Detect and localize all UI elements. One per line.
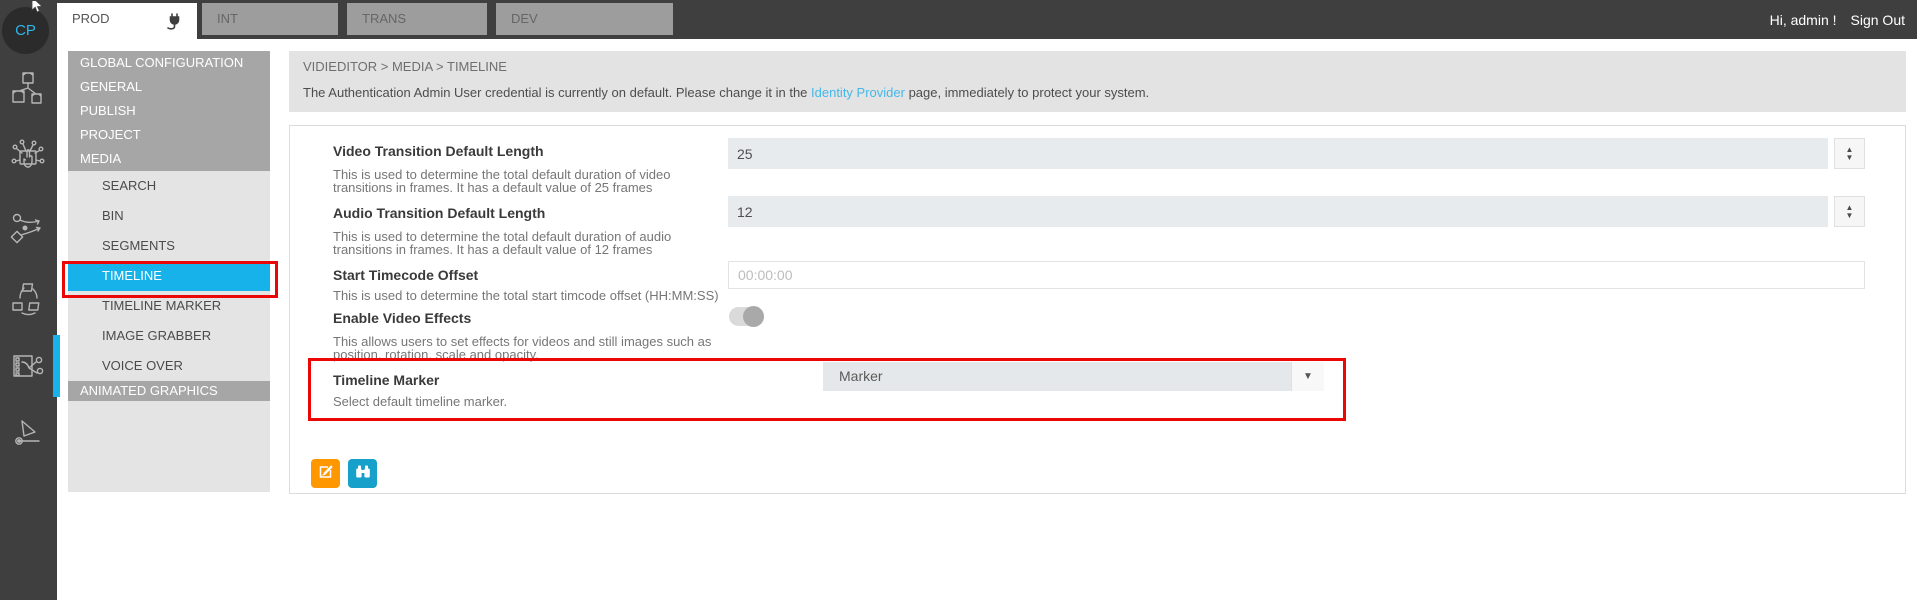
audio-transition-length-label: Audio Transition Default Length	[333, 205, 545, 221]
binoculars-icon	[355, 464, 371, 484]
warning-pre: The Authentication Admin User credential…	[303, 85, 811, 100]
tab-trans-label: TRANS	[362, 11, 406, 26]
sidebar-item-voice-over[interactable]: VOICE OVER	[68, 351, 270, 381]
sidebar-header-media[interactable]: MEDIA	[68, 147, 270, 171]
sidebar-header-project[interactable]: PROJECT	[68, 123, 270, 147]
info-panel: VIDIEDITOR > MEDIA > TIMELINE The Authen…	[289, 51, 1906, 112]
audio-transition-length-spinner: ▲ ▼	[1834, 196, 1865, 227]
video-transition-length-label: Video Transition Default Length	[333, 143, 544, 159]
workflow-icon[interactable]	[10, 211, 46, 249]
plug-connection-icon	[166, 11, 184, 42]
tab-dev-label: DEV	[511, 11, 538, 26]
playout-icon[interactable]	[10, 415, 46, 453]
app-root: PROD INT TRANS DEV Hi, admin ! Sign Out …	[0, 0, 1917, 600]
warning-post: page, immediately to protect your system…	[905, 85, 1149, 100]
enable-video-effects-label: Enable Video Effects	[333, 310, 471, 326]
audio-transition-length-input[interactable]	[728, 196, 1828, 227]
edit-pencil-icon	[318, 464, 333, 484]
tab-trans-environment[interactable]: TRANS	[347, 3, 487, 35]
user-area: Hi, admin ! Sign Out	[1770, 0, 1905, 39]
video-transition-length-description: This is used to determine the total defa…	[333, 168, 725, 194]
mouse-cursor-icon	[31, 0, 45, 18]
tab-int-label: INT	[217, 11, 238, 26]
video-transition-length-spinner: ▲ ▼	[1834, 138, 1865, 169]
audio-transition-length-description: This is used to determine the total defa…	[333, 230, 725, 256]
tab-prod-label: PROD	[72, 11, 110, 26]
enable-video-effects-toggle[interactable]	[729, 307, 764, 326]
user-greeting: Hi, admin !	[1770, 12, 1837, 28]
cycle-boxes-icon[interactable]	[10, 280, 46, 318]
video-editor-icon[interactable]	[10, 348, 46, 386]
module-rail: CP	[0, 0, 57, 600]
spinner-down-icon[interactable]: ▼	[1846, 154, 1854, 162]
tab-prod-environment[interactable]: PROD	[57, 3, 197, 51]
timeline-settings-card: Video Transition Default Length This is …	[289, 125, 1906, 494]
sidebar-item-image-grabber[interactable]: IMAGE GRABBER	[68, 321, 270, 351]
sidebar-header-animated-graphics[interactable]: ANIMATED GRAPHICS	[68, 381, 270, 401]
start-timecode-offset-label: Start Timecode Offset	[333, 267, 478, 283]
tab-dev-environment[interactable]: DEV	[496, 3, 673, 35]
tab-int-environment[interactable]: INT	[202, 3, 338, 35]
annotation-box-timeline-marker-row	[308, 358, 1346, 421]
video-transition-length-input[interactable]	[728, 138, 1828, 169]
sidebar-item-segments[interactable]: SEGMENTS	[68, 231, 270, 261]
preview-find-button[interactable]	[348, 459, 377, 488]
sign-out-link[interactable]: Sign Out	[1851, 12, 1905, 28]
sidebar-item-search[interactable]: SEARCH	[68, 171, 270, 201]
sidebar-item-bin[interactable]: BIN	[68, 201, 270, 231]
annotation-box-timeline-nav	[62, 261, 278, 298]
breadcrumb: VIDIEDITOR > MEDIA > TIMELINE	[303, 59, 507, 74]
auth-warning-text: The Authentication Admin User credential…	[303, 85, 1149, 100]
start-timecode-offset-description: This is used to determine the total star…	[333, 290, 853, 303]
sidebar-header-publish[interactable]: PUBLISH	[68, 99, 270, 123]
active-module-indicator	[53, 335, 60, 397]
sidebar-header-global-configuration[interactable]: GLOBAL CONFIGURATION	[68, 51, 270, 75]
identity-provider-link[interactable]: Identity Provider	[811, 85, 905, 100]
spinner-down-icon[interactable]: ▼	[1846, 212, 1854, 220]
save-edit-button[interactable]	[311, 459, 340, 488]
sidebar-header-general[interactable]: GENERAL	[68, 75, 270, 99]
cubes-hierarchy-icon[interactable]	[10, 70, 46, 108]
toggle-knob	[743, 306, 764, 327]
touch-config-icon[interactable]	[10, 139, 46, 177]
start-timecode-offset-input[interactable]	[728, 261, 1865, 289]
